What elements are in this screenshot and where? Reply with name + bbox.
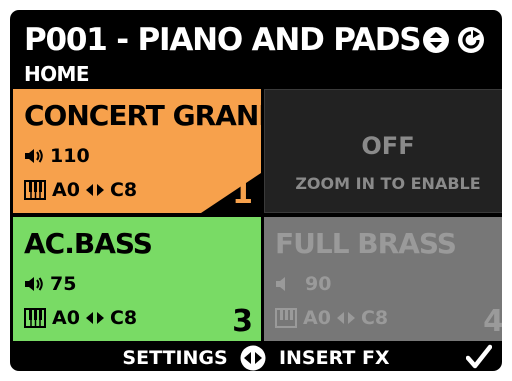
tile-volume-value: 110 <box>50 145 90 167</box>
left-right-nav-icon[interactable] <box>240 345 266 371</box>
tile-key-range: A0 C8 <box>24 306 137 330</box>
tile-key-range: A0 C8 <box>24 178 137 202</box>
page-title: P001 - PIANO AND PADS <box>24 22 422 58</box>
range-high: C8 <box>360 307 389 329</box>
range-high: C8 <box>109 307 138 329</box>
tile-number: 3 <box>232 304 253 339</box>
scroll-updown-icon[interactable] <box>423 27 449 53</box>
range-low: A0 <box>303 307 331 329</box>
tile-volume-value: 90 <box>305 273 332 295</box>
range-arrows-icon <box>336 312 355 324</box>
tile-off-hint: ZOOM IN TO ENABLE <box>295 174 481 193</box>
tile-volume: 90 <box>275 272 331 296</box>
range-high: C8 <box>109 179 138 201</box>
settings-button[interactable]: SETTINGS <box>122 347 227 369</box>
tile-name: AC.BASS <box>24 227 153 260</box>
checkmark-icon[interactable] <box>466 344 492 370</box>
range-low: A0 <box>52 179 80 201</box>
speaker-muted-icon <box>276 277 285 291</box>
device-screen: P001 - PIANO AND PADS HOME CONCERT GRAND <box>10 10 502 371</box>
rotate-icon[interactable] <box>458 27 484 53</box>
keyboard-icon <box>275 308 297 328</box>
range-arrows-icon <box>85 184 104 196</box>
tile-number: 4 <box>483 304 502 339</box>
tile-key-range: A0 C8 <box>275 306 388 330</box>
speaker-icon <box>25 149 43 163</box>
sound-tile-1[interactable]: CONCERT GRAND 110 A0 C8 1 <box>13 89 261 213</box>
keyboard-icon <box>24 308 46 328</box>
tile-name: CONCERT GRAND <box>24 99 261 132</box>
sound-tile-2-off[interactable]: OFF ZOOM IN TO ENABLE <box>264 89 502 213</box>
tile-name: FULL BRASS <box>275 227 457 260</box>
footer-bar: SETTINGS INSERT FX <box>10 343 502 371</box>
range-arrows-icon <box>85 312 104 324</box>
speaker-icon <box>25 277 43 291</box>
tile-volume-value: 75 <box>50 273 77 295</box>
tile-off-label: OFF <box>361 132 415 160</box>
sound-tile-3[interactable]: AC.BASS 75 A0 C8 3 <box>13 217 261 341</box>
keyboard-icon <box>24 180 46 200</box>
tile-volume: 75 <box>24 272 76 296</box>
tile-number: 1 <box>232 176 253 211</box>
header: P001 - PIANO AND PADS HOME <box>10 10 502 90</box>
tile-volume: 110 <box>24 144 90 168</box>
sound-tile-4-muted[interactable]: FULL BRASS 90 A0 C8 4 <box>264 217 502 341</box>
footer-nav: SETTINGS INSERT FX <box>10 345 502 371</box>
insert-fx-button[interactable]: INSERT FX <box>279 347 390 369</box>
sound-tile-grid: CONCERT GRAND 110 A0 C8 1 OFF ZOOM IN TO… <box>13 89 502 341</box>
page-subtitle: HOME <box>24 62 90 86</box>
range-low: A0 <box>52 307 80 329</box>
